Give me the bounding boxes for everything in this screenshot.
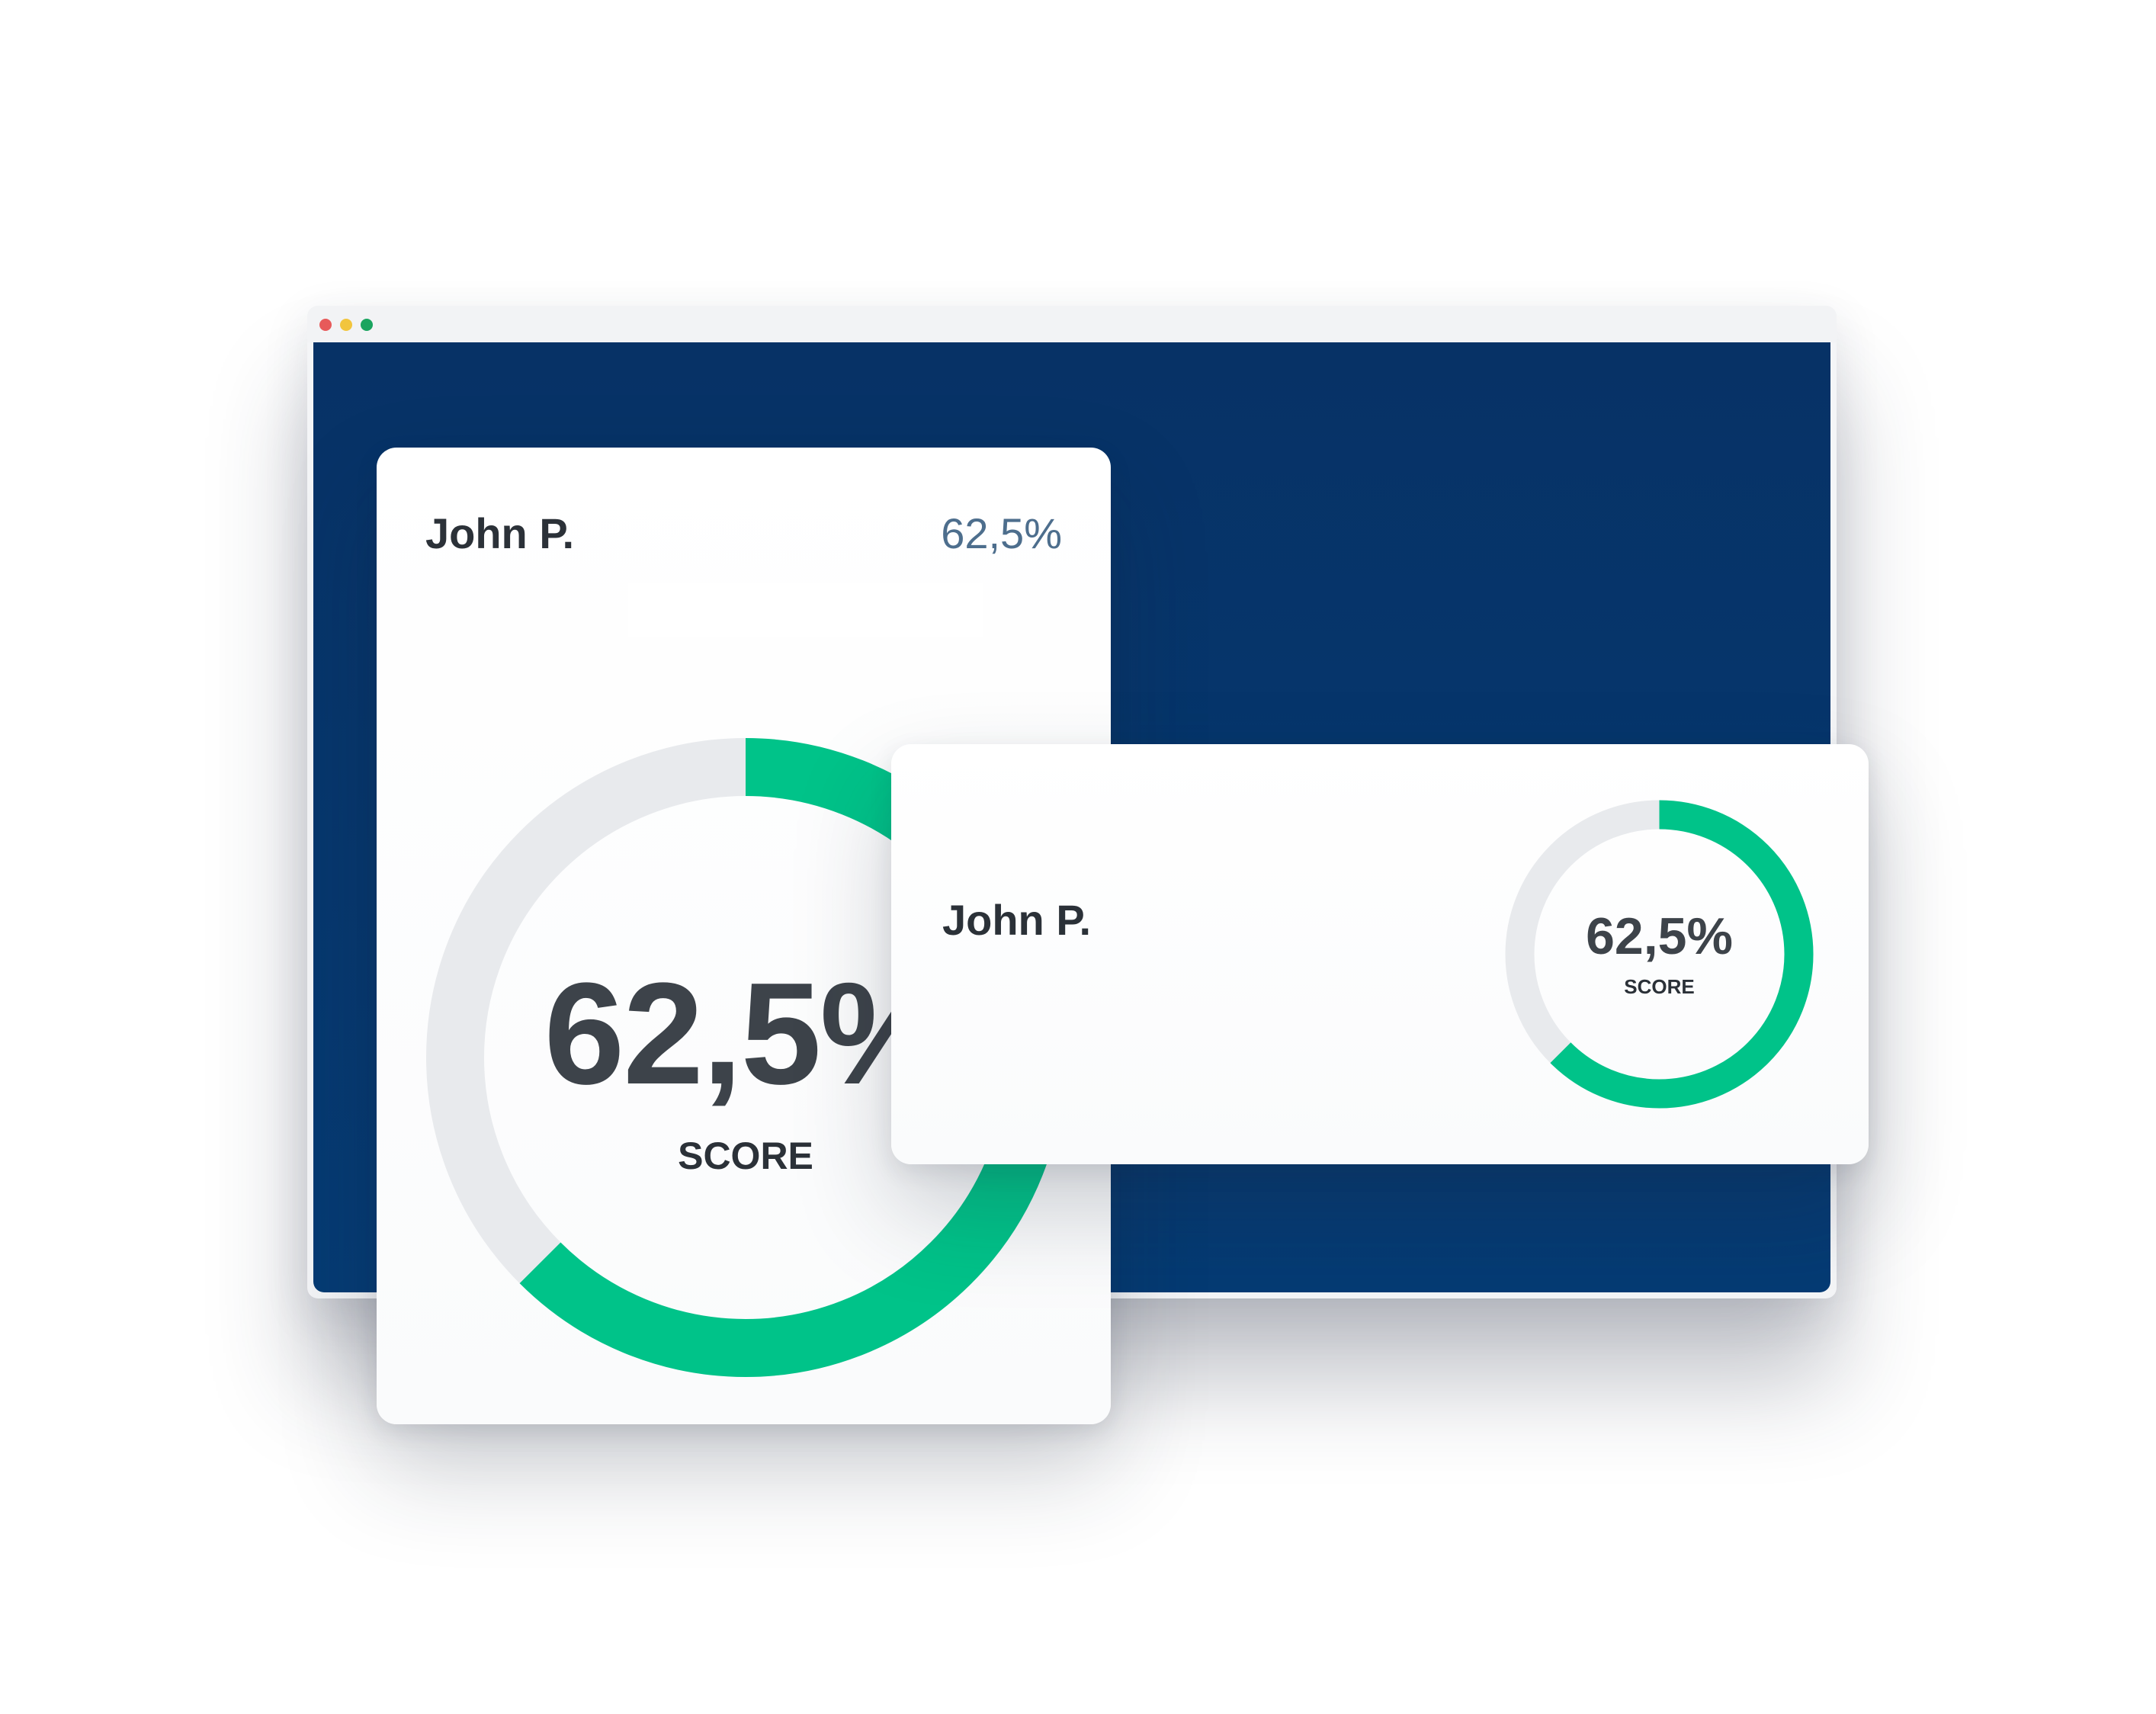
score-card-small: John P. 62,5% SCORE	[891, 744, 1869, 1164]
placeholder-bar	[628, 583, 983, 637]
browser-title-bar	[307, 306, 1837, 342]
score-ring-small: 62,5% SCORE	[1505, 800, 1814, 1109]
maximize-window-dot[interactable]	[361, 319, 373, 331]
candidate-name: John P.	[425, 509, 575, 557]
score-label-small: SCORE	[1624, 975, 1695, 998]
score-value-small: 62,5%	[1586, 907, 1733, 965]
close-window-dot[interactable]	[319, 319, 332, 331]
header-score-value: 62,5%	[941, 509, 1062, 557]
candidate-name-small: John P.	[942, 896, 1092, 944]
minimize-window-dot[interactable]	[340, 319, 352, 331]
